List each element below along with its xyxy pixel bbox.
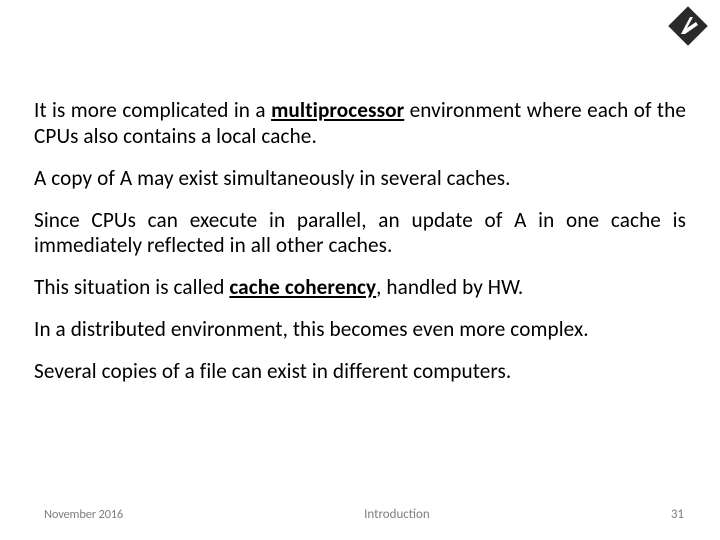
text: It is more complicated in a [34, 97, 271, 123]
slide: It is more complicated in a multiprocess… [0, 0, 720, 540]
institution-logo [666, 6, 710, 46]
term-multiprocessor: multiprocessor [271, 97, 404, 123]
paragraph-4: This situation is called cache coherency… [34, 275, 686, 301]
slide-footer: November 2016 Introduction 31 [0, 507, 720, 522]
paragraph-3: Since CPUs can execute in parallel, an u… [34, 208, 686, 260]
paragraph-1: It is more complicated in a multiprocess… [34, 98, 686, 150]
term-cache-coherency: cache coherency [229, 274, 376, 300]
text: , handled by HW. [376, 274, 523, 300]
slide-body: It is more complicated in a multiprocess… [34, 98, 686, 385]
paragraph-2: A copy of A may exist simultaneously in … [34, 166, 686, 192]
footer-date: November 2016 [44, 507, 123, 522]
footer-title: Introduction [364, 507, 430, 522]
footer-page-number: 31 [671, 507, 684, 522]
paragraph-6: Several copies of a file can exist in di… [34, 359, 686, 385]
paragraph-5: In a distributed environment, this becom… [34, 317, 686, 343]
text: This situation is called [34, 274, 229, 300]
